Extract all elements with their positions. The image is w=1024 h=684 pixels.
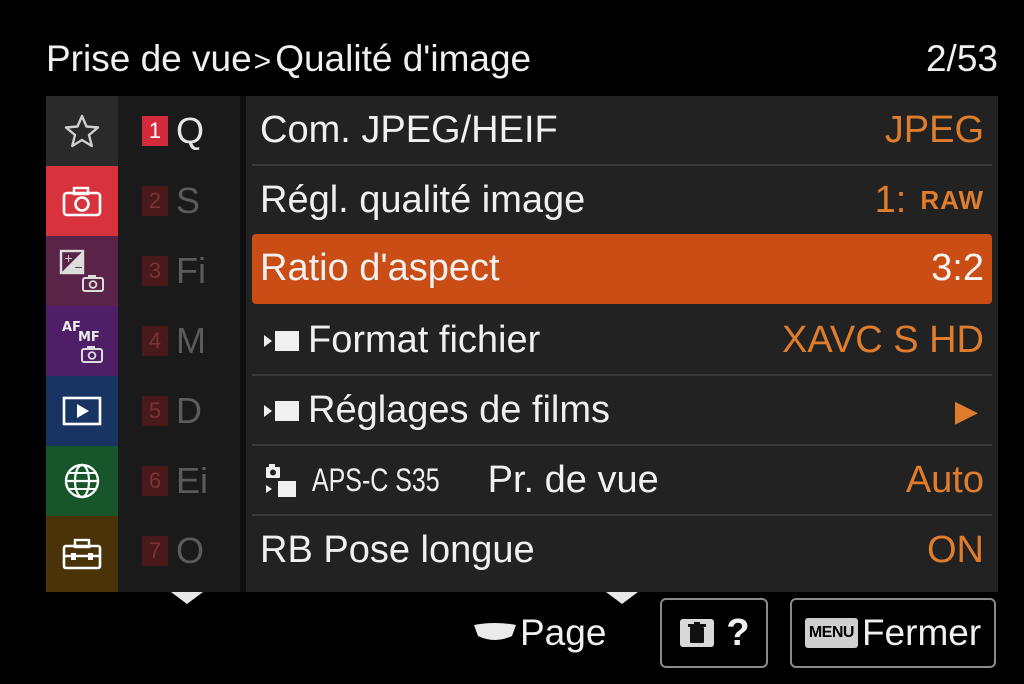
subcategory-number: 2 (142, 186, 168, 216)
still-movie-icon (266, 463, 296, 497)
menu-item-value: JPEG (884, 109, 984, 151)
subcategory-item[interactable]: 6 Ei (118, 446, 240, 516)
tab-focus[interactable]: AF MF (46, 306, 118, 376)
subcategory-item[interactable]: 2S (118, 166, 240, 236)
subcategory-label: Fi (176, 250, 206, 291)
subcategory-number: 6 (142, 466, 168, 496)
page-indicator: 2/53 (925, 38, 998, 79)
subcategory-number: 4 (142, 326, 168, 356)
subcategory-number: 5 (142, 396, 168, 426)
help-label: ? (726, 611, 750, 654)
menu-item-label: RB Pose longue (260, 529, 535, 571)
menu-item-label-group: Format fichier (260, 319, 540, 362)
breadcrumb-section: Prise de vue (46, 38, 252, 79)
af-mf-icon: AFMF (62, 320, 103, 363)
subcategory-list: 1Q 2S 3 Fi 4M 5D 6 Ei 7O (118, 96, 240, 592)
submenu-arrow-icon: ▶ (954, 395, 978, 428)
subcategory-number: 1 (142, 116, 168, 146)
trash-icon (680, 619, 715, 647)
close-label: Fermer (861, 612, 982, 653)
aps-c-s35-label: APS-C S35 (312, 462, 440, 498)
tab-shooting[interactable] (46, 166, 118, 236)
breadcrumb: Prise de vue> Qualité d'image (46, 38, 531, 80)
tab-network[interactable] (46, 446, 118, 516)
menu-item-value: 1: RAW (875, 179, 984, 222)
subcategory-number: 3 (142, 256, 168, 286)
menu-item-label: Réglages de films (308, 389, 611, 431)
globe-icon (64, 463, 100, 499)
menu-panel: + − AF MF 1Q 2S 3 Fi 4M 5D 6 Ei 7O Com. JPEG… (46, 96, 998, 592)
menu-item-list: Com. JPEG/HEIF JPEG Régl. qualité image … (246, 96, 998, 592)
menu-item-file-format[interactable]: Format fichier XAVC S HD (252, 306, 992, 376)
tab-setup[interactable] (46, 516, 118, 592)
tab-playback[interactable] (46, 376, 118, 446)
subcategory-label: Q (176, 110, 205, 151)
menu-item-label-group: Réglages de films (260, 389, 610, 432)
subcategory-item[interactable]: 7O (118, 516, 240, 586)
menu-item-aspect-ratio[interactable]: Ratio d'aspect 3:2 (252, 234, 992, 304)
tab-favorites[interactable] (46, 96, 118, 166)
control-wheel-icon (474, 623, 516, 640)
svg-text:MF: MF (78, 330, 100, 345)
subcategory-item[interactable]: 4M (118, 306, 240, 376)
subcategory-label: O (176, 530, 205, 571)
menu-item-view-mode[interactable]: APS-C S35 Pr. de vue Auto (252, 446, 992, 516)
scroll-down-arrow-icon (606, 592, 638, 604)
raw-badge: RAW (920, 185, 984, 215)
menu-item-value: Auto (905, 459, 984, 501)
menu-item-label: Ratio d'aspect (260, 247, 500, 289)
menu-item-label: Format fichier (308, 319, 541, 361)
menu-item-long-exposure-nr[interactable]: RB Pose longue ON (252, 516, 992, 586)
page-label: Page (520, 612, 607, 653)
svg-text:−: − (74, 261, 83, 274)
menu-item-label: Com. JPEG/HEIF (260, 109, 558, 151)
menu-item-image-quality[interactable]: Régl. qualité image 1: RAW (252, 166, 992, 236)
menu-item-jpeg-heif[interactable]: Com. JPEG/HEIF JPEG (252, 96, 992, 166)
subcategory-item[interactable]: 5D (118, 376, 240, 446)
star-icon (64, 114, 100, 148)
subcategory-item[interactable]: 3 Fi (118, 236, 240, 306)
menu-key-icon: MENU (804, 618, 858, 648)
subcategory-label: M (176, 320, 206, 361)
subcategory-item[interactable]: 1Q (118, 96, 240, 166)
menu-item-label-group: APS-C S35 Pr. de vue (260, 459, 659, 502)
subcategory-label: Ei (176, 460, 209, 501)
subcategory-label: S (176, 180, 201, 221)
page-hint[interactable]: Page (472, 612, 606, 654)
menu-item-label: Régl. qualité image (260, 179, 586, 221)
movie-icon (264, 400, 299, 421)
exposure-camera-icon: +− (59, 249, 104, 292)
subcategory-label: D (176, 390, 202, 431)
tab-exposure[interactable]: + − (46, 236, 118, 306)
subcategory-number: 7 (142, 536, 168, 566)
camera-icon (62, 186, 102, 217)
breadcrumb-separator: > (253, 45, 272, 78)
menu-item-value: ON (927, 529, 984, 571)
menu-header: Prise de vue> Qualité d'image 2/53 (46, 34, 998, 90)
help-button[interactable]: ? (660, 598, 768, 668)
movie-icon (264, 330, 299, 351)
quality-number: 1: (874, 179, 907, 221)
menu-item-value: 3:2 (931, 247, 984, 289)
toolbox-icon (62, 538, 102, 570)
close-button[interactable]: MENU Fermer (790, 598, 996, 668)
menu-item-label: Pr. de vue (487, 459, 659, 501)
playback-icon (62, 396, 102, 426)
breadcrumb-page: Qualité d'image (275, 38, 532, 79)
menu-item-value: XAVC S HD (781, 319, 984, 361)
svg-text:+: + (64, 252, 73, 265)
scroll-down-arrow-icon (171, 592, 203, 604)
menu-item-movie-settings[interactable]: Réglages de films ▶ (252, 376, 992, 446)
